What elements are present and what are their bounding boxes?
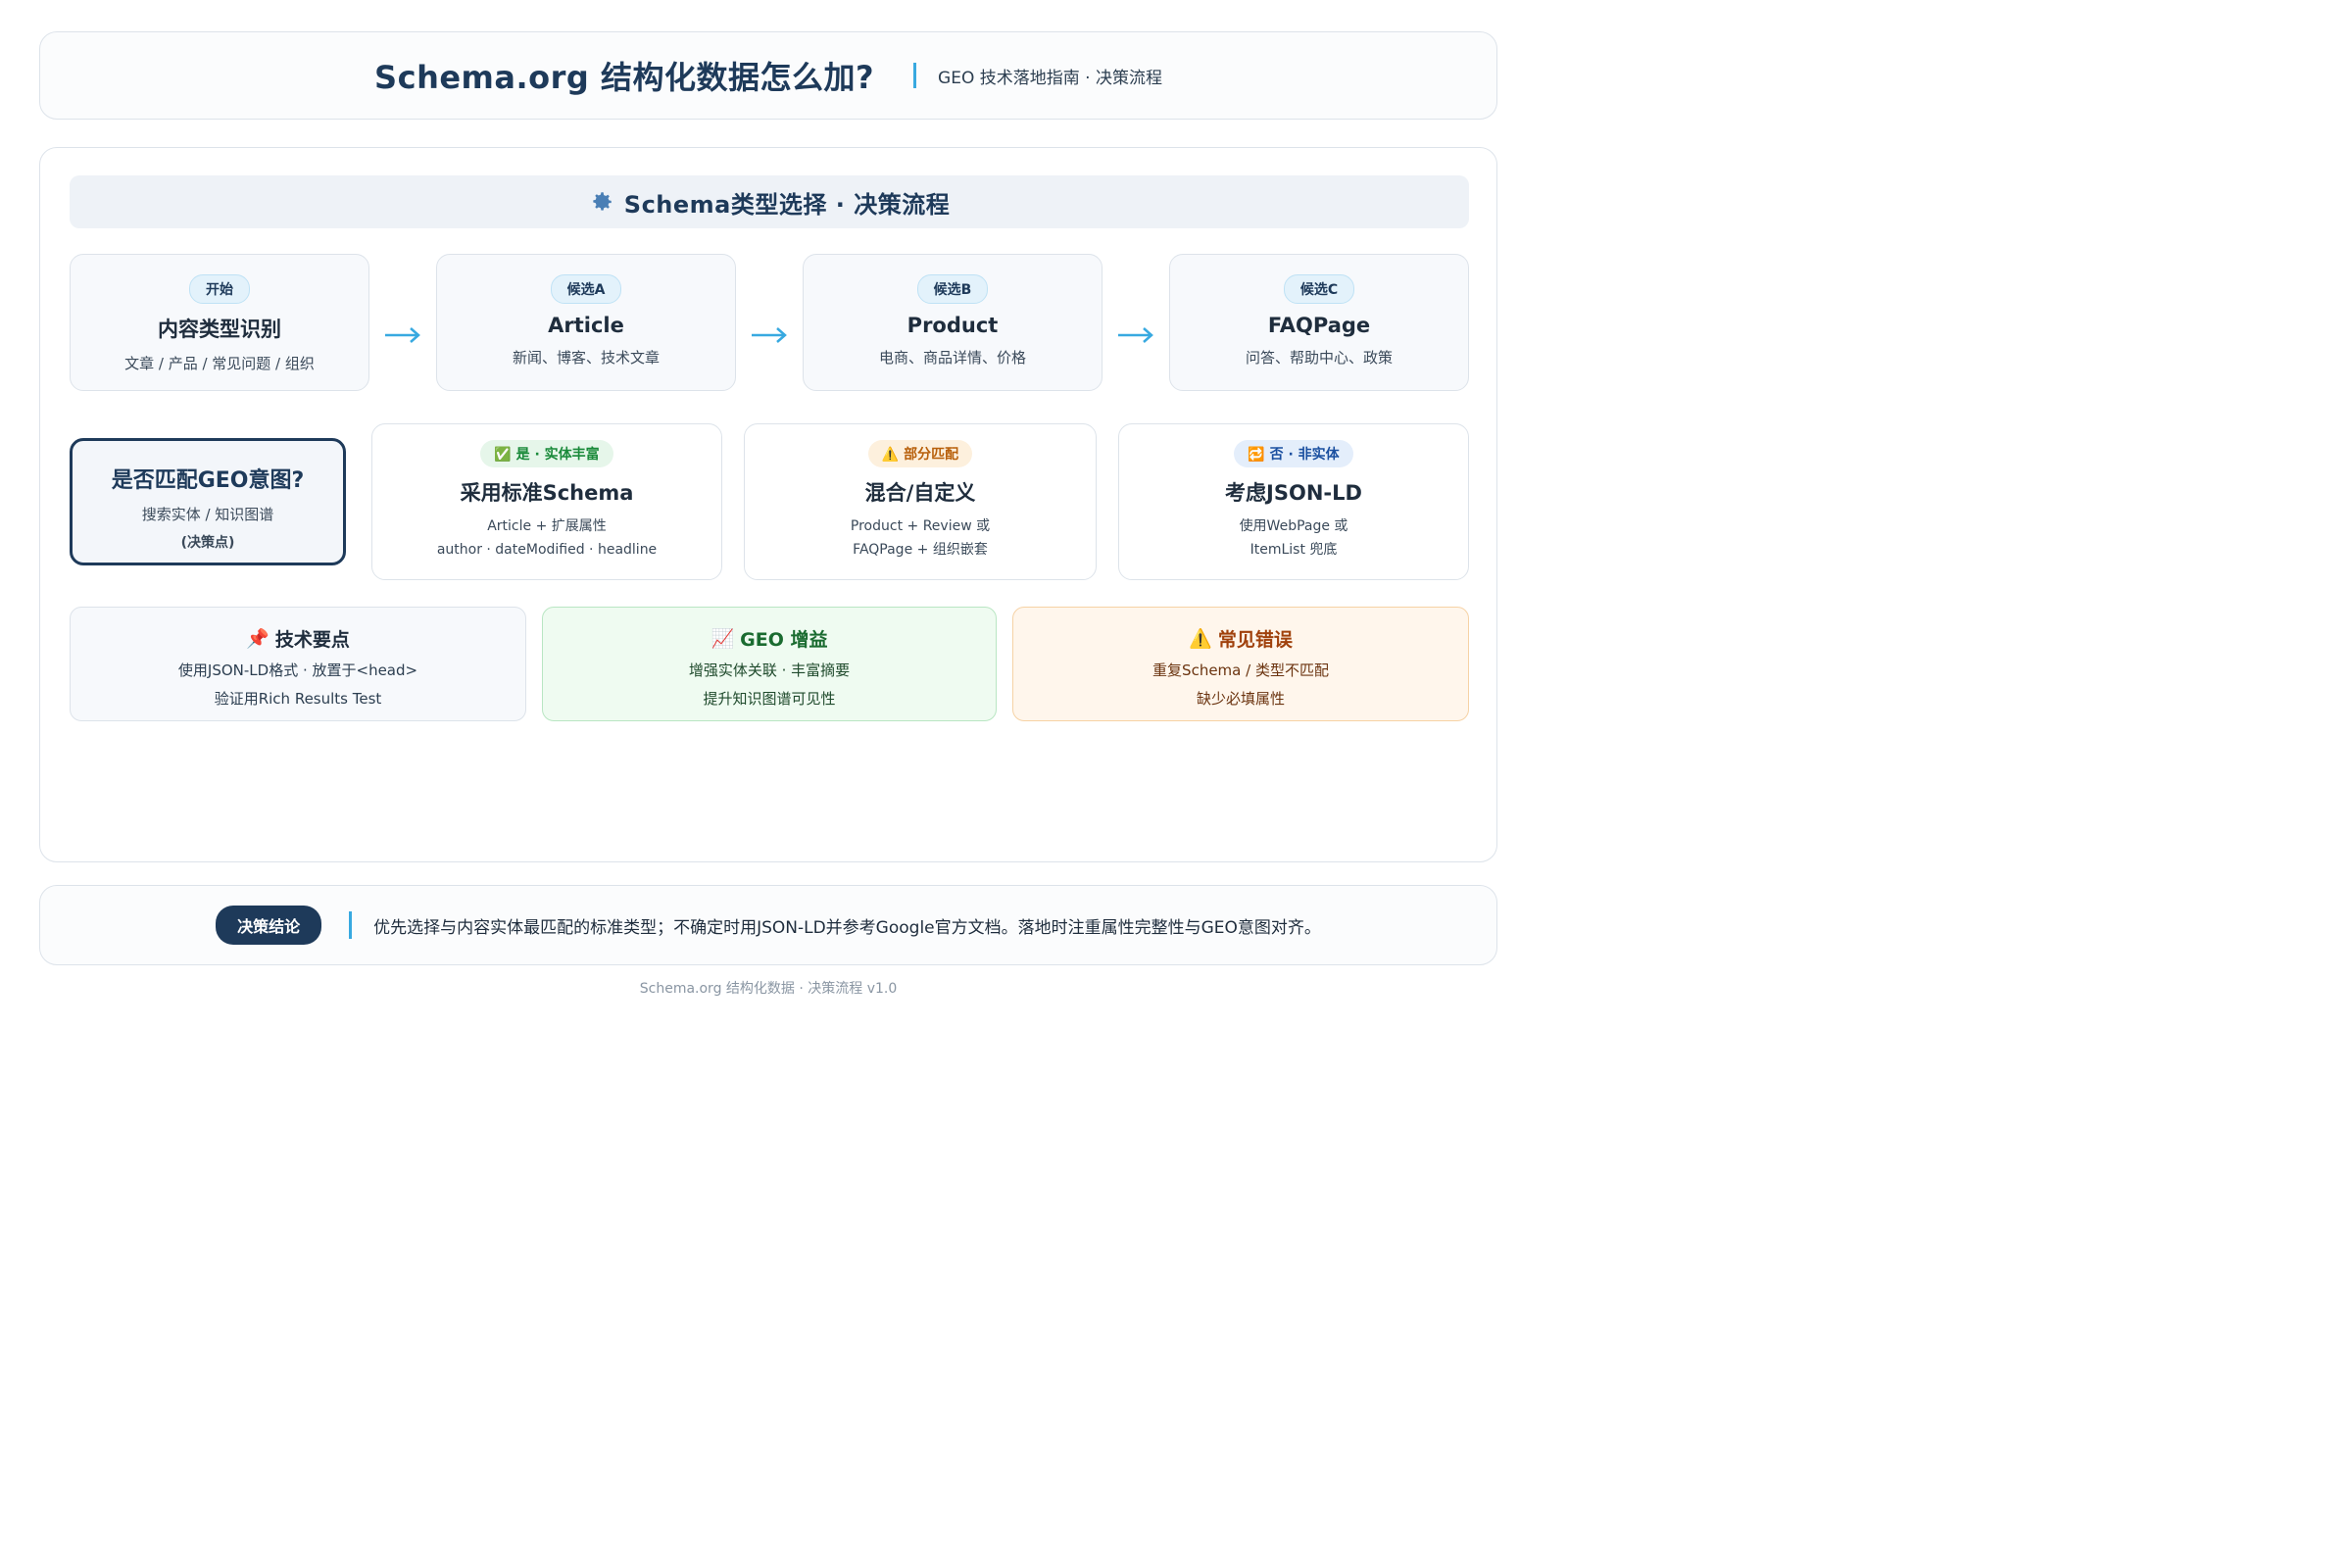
decision-title: 是否匹配GEO意图?: [111, 468, 305, 493]
decision-node: 是否匹配GEO意图? 搜索实体 / 知识图谱 (决策点): [70, 438, 346, 565]
option-line: Product + Review 或: [850, 518, 991, 534]
option-title: 考虑JSON-LD: [1225, 481, 1362, 505]
info-line: 验证用Rich Results Test: [214, 690, 382, 708]
decision-note: (决策点): [180, 535, 235, 551]
option-line: FAQPage + 组织嵌套: [853, 542, 988, 558]
info-title: 常见错误: [1217, 629, 1293, 651]
info-card-tech: 📌 技术要点 使用JSON-LD格式 · 放置于<head> 验证用Rich R…: [70, 607, 526, 721]
info-line: 缺少必填属性: [1196, 690, 1285, 708]
conclusion-text: 优先选择与内容实体最匹配的标准类型；不确定时用JSON-LD并参考Google官…: [373, 917, 1321, 938]
option-title: 采用标准Schema: [460, 481, 634, 505]
chart-up-icon: 📈: [710, 628, 735, 650]
info-title: 技术要点: [274, 629, 350, 651]
option-line: Article + 扩展属性: [487, 518, 607, 534]
option-line: ItemList 兜底: [1250, 542, 1338, 558]
conclusion-divider: [349, 911, 353, 939]
info-line: 增强实体关联 · 丰富摘要: [688, 662, 851, 679]
info-line: 使用JSON-LD格式 · 放置于<head>: [177, 662, 418, 679]
option-tag: 🔁 否 · 非实体: [1234, 440, 1353, 467]
arrow-right-icon: [752, 327, 787, 343]
option-card-yes: ✅ 是 · 实体丰富 采用标准Schema Article + 扩展属性 aut…: [371, 423, 722, 580]
flow-title: 内容类型识别: [158, 318, 281, 341]
warning-icon: ⚠️: [1189, 628, 1212, 650]
option-line: 使用WebPage 或: [1239, 518, 1348, 534]
conclusion-panel: 决策结论 优先选择与内容实体最匹配的标准类型；不确定时用JSON-LD并参考Go…: [39, 885, 1497, 965]
flow-banner-title: Schema类型选择 · 决策流程: [623, 190, 951, 219]
flow-banner: Schema类型选择 · 决策流程: [70, 175, 1469, 228]
header-divider: [913, 63, 917, 88]
conclusion-badge: 决策结论: [216, 906, 322, 945]
option-tag: ⚠️ 部分匹配: [867, 440, 973, 467]
option-line: author · dateModified · headline: [436, 542, 658, 558]
flow-card-faqpage: 候选C FAQPage 问答、帮助中心、政策: [1169, 254, 1469, 391]
flow-tag: 候选B: [916, 274, 989, 304]
info-card-geo: 📈 GEO 增益 增强实体关联 · 丰富摘要 提升知识图谱可见性: [542, 607, 997, 721]
option-card-partial: ⚠️ 部分匹配 混合/自定义 Product + Review 或 FAQPag…: [744, 423, 1097, 580]
info-title: GEO 增益: [740, 629, 828, 651]
arrow-right-icon: [385, 327, 420, 343]
flow-tag: 候选C: [1283, 274, 1355, 304]
gear-icon: [593, 192, 612, 211]
flow-desc: 电商、商品详情、价格: [878, 349, 1026, 367]
flow-title: FAQPage: [1267, 314, 1371, 337]
flow-card-article: 候选A Article 新闻、博客、技术文章: [436, 254, 736, 391]
info-line: 提升知识图谱可见性: [703, 690, 836, 708]
header-panel: Schema.org 结构化数据怎么加? GEO 技术落地指南 · 决策流程: [39, 31, 1497, 120]
pushpin-icon: 📌: [246, 628, 270, 650]
flow-desc: 问答、帮助中心、政策: [1245, 349, 1393, 367]
option-title: 混合/自定义: [864, 481, 976, 505]
flow-desc: 新闻、博客、技术文章: [512, 349, 660, 367]
flow-card-start: 开始 内容类型识别 文章 / 产品 / 常见问题 / 组织: [70, 254, 369, 391]
decision-flow-panel: Schema类型选择 · 决策流程 开始 内容类型识别 文章 / 产品 / 常见…: [39, 147, 1497, 862]
footer-text: Schema.org 结构化数据 · 决策流程 v1.0: [639, 981, 898, 997]
decision-subtitle: 搜索实体 / 知识图谱: [141, 506, 274, 523]
flow-desc: 文章 / 产品 / 常见问题 / 组织: [124, 355, 315, 372]
info-line: 重复Schema / 类型不匹配: [1152, 662, 1329, 679]
flow-title: Product: [906, 314, 999, 337]
option-card-no: 🔁 否 · 非实体 考虑JSON-LD 使用WebPage 或 ItemList…: [1118, 423, 1469, 580]
page-title: Schema.org 结构化数据怎么加?: [374, 59, 875, 96]
flow-card-product: 候选B Product 电商、商品详情、价格: [803, 254, 1102, 391]
flow-tag: 开始: [189, 274, 250, 304]
info-card-errors: ⚠️ 常见错误 重复Schema / 类型不匹配 缺少必填属性: [1012, 607, 1469, 721]
flow-tag: 候选A: [550, 274, 622, 304]
arrow-right-icon: [1118, 327, 1153, 343]
page-subtitle: GEO 技术落地指南 · 决策流程: [938, 68, 1162, 88]
flow-title: Article: [548, 314, 624, 337]
option-tag: ✅ 是 · 实体丰富: [480, 440, 613, 467]
